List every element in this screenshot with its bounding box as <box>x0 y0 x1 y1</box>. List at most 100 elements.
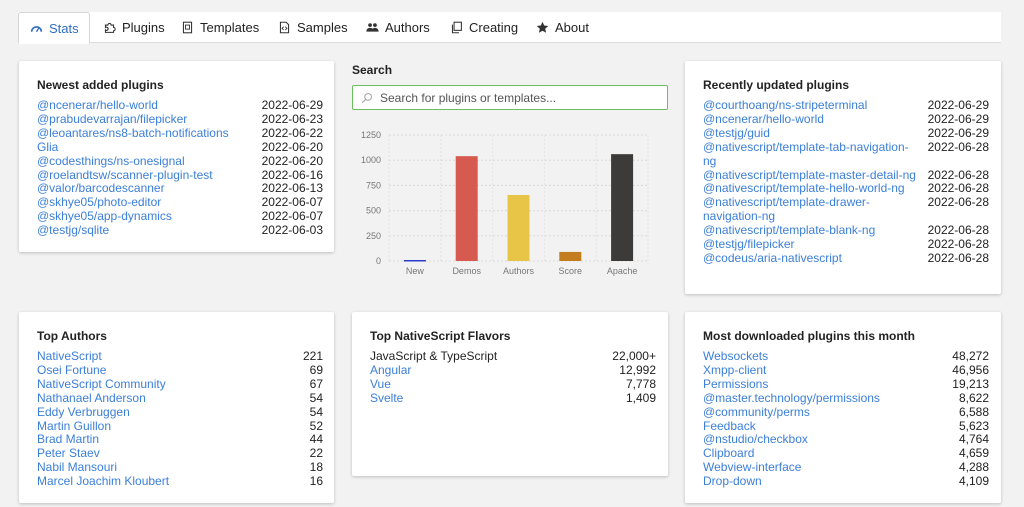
item-link[interactable]: Brad Martin <box>37 433 310 447</box>
item-link[interactable]: @ncenerar/hello-world <box>703 112 928 127</box>
item-link[interactable]: Feedback <box>703 419 959 434</box>
list-item: Svelte 1,409 <box>370 391 656 406</box>
item-link[interactable]: @valor/barcodescanner <box>37 182 262 196</box>
list-item: @nativescript/template-blank-ng 2022-06-2… <box>703 223 989 238</box>
code-file-icon <box>277 21 291 35</box>
item-link[interactable]: NativeScript Community <box>37 377 310 392</box>
item-value: 2022-06-28 <box>927 223 989 238</box>
item-value: 4,288 <box>958 460 989 475</box>
item-link[interactable]: @testjg/guid <box>703 126 928 141</box>
flavors-list: JavaScript & TypeScript 22,000+ Angular 12,… <box>370 349 656 406</box>
card-title: Top Authors <box>37 329 107 343</box>
item-link[interactable]: Osei Fortune <box>37 363 310 378</box>
item-link[interactable]: @nativescript/template-blank-ng <box>703 223 928 238</box>
item-value: 2022-06-29 <box>927 125 989 140</box>
list-item: @nativescript/template-master-detail-ng 2… <box>703 168 989 183</box>
item-link[interactable]: Svelte <box>370 391 626 406</box>
item-link[interactable]: Glia <box>37 140 262 155</box>
list-item: Nabil Mansouri 18 <box>37 460 323 475</box>
item-link[interactable]: Vue <box>370 377 626 392</box>
list-item: @nativescript/template-drawer-navigation… <box>703 195 989 224</box>
item-link[interactable]: @nativescript/template-hello-world-ng <box>703 182 928 196</box>
item-value: 6,588 <box>958 404 989 419</box>
item-link[interactable]: @nativescript/template-tab-navigation-ng <box>703 140 928 169</box>
item-link[interactable]: @roelandtsw/scanner-plugin-test <box>37 168 262 183</box>
item-link[interactable]: Permissions <box>703 377 952 392</box>
list-item: Eddy Verbruggen 54 <box>37 404 323 420</box>
list-item: Peter Staev 22 <box>37 446 323 461</box>
item-value: 2022-06-07 <box>261 209 323 224</box>
item-link[interactable]: @courthoang/ns-stripeterminal <box>703 98 928 113</box>
list-item: Glia 2022-06-20 <box>37 140 323 155</box>
tab-about[interactable]: About <box>535 12 589 43</box>
tab-stats[interactable]: Stats <box>18 12 90 44</box>
tab-authors[interactable]: Authors <box>365 12 430 43</box>
tab-label: Creating <box>469 20 519 35</box>
item-value: 7,778 <box>625 376 656 391</box>
item-link[interactable]: NativeScript <box>37 349 303 364</box>
gauge-icon <box>29 21 43 35</box>
x-tick-label: Authors <box>503 266 535 276</box>
item-value: 2022-06-22 <box>261 125 323 140</box>
tab-bar: Stats Plugins Templates Samples Authors … <box>18 12 1001 44</box>
users-icon <box>365 21 379 35</box>
item-link[interactable]: @ncenerar/hello-world <box>37 98 262 113</box>
list-item: Angular 12,992 <box>370 363 656 378</box>
item-link[interactable]: @codeus/aria-nativescript <box>703 251 928 266</box>
item-link[interactable]: @skhye05/photo-editor <box>37 195 262 210</box>
item-link[interactable]: Websockets <box>703 349 952 364</box>
item-link[interactable]: @community/perms <box>703 405 959 420</box>
item-link[interactable]: @codesthings/ns-onesignal <box>37 154 262 169</box>
bar <box>455 156 478 261</box>
item-link[interactable]: Marcel Joachim Kloubert <box>37 474 310 489</box>
item-link[interactable]: Xmpp-client <box>703 363 952 378</box>
item-link[interactable]: Peter Staev <box>37 446 310 461</box>
tab-label: Samples <box>297 20 348 35</box>
y-tick-label: 500 <box>366 206 381 216</box>
item-value: 2022-06-29 <box>261 98 323 112</box>
item-link[interactable]: @nativescript/template-drawer-navigation… <box>703 195 928 224</box>
item-value: 54 <box>309 404 323 419</box>
x-tick-label: Score <box>559 266 583 276</box>
item-link[interactable]: Martin Guillon <box>37 419 310 434</box>
item-link[interactable]: Drop-down <box>703 474 959 489</box>
item-link[interactable]: @leoantares/ns8-batch-notifications <box>37 126 262 141</box>
card-title: Newest added plugins <box>37 78 164 92</box>
item-value: 2022-06-28 <box>927 237 989 252</box>
search-input[interactable] <box>380 90 660 105</box>
item-value: 44 <box>309 432 323 447</box>
item-link[interactable]: Nathanael Anderson <box>37 391 310 406</box>
tab-samples[interactable]: Samples <box>277 12 348 43</box>
stats-bar-chart: 0 250 500 750 1000 1250 New Demos Authors Score Ap… <box>361 130 649 276</box>
list-item: Clipboard 4,659 <box>703 446 989 461</box>
item-link[interactable]: Eddy Verbruggen <box>37 405 310 420</box>
list-item: @ncenerar/hello-world 2022-06-29 <box>37 98 323 113</box>
item-value: 69 <box>309 362 323 377</box>
item-value: 2022-06-16 <box>261 167 323 182</box>
item-link[interactable]: @master.technology/permissions <box>703 391 959 406</box>
item-link[interactable]: Clipboard <box>703 446 959 461</box>
y-tick-label: 750 <box>366 180 381 190</box>
list-item: @roelandtsw/scanner-plugin-test 2022-06-1… <box>37 167 323 183</box>
item-link[interactable]: @skhye05/app-dynamics <box>37 209 262 224</box>
item-link[interactable]: @testjg/filepicker <box>703 237 928 252</box>
item-value: 2022-06-07 <box>261 195 323 210</box>
updated-plugins-list: @courthoang/ns-stripeterminal 2022-06-29 @… <box>703 98 989 266</box>
top-authors-card: Top Authors NativeScript 221 Osei Fortune 6… <box>19 312 334 503</box>
tab-creating[interactable]: Creating <box>449 12 518 43</box>
item-value: 221 <box>302 349 323 363</box>
item-link[interactable]: @testjg/sqlite <box>37 223 262 238</box>
list-item: @nativescript/template-hello-world-ng 202… <box>703 182 989 196</box>
item-link[interactable]: Webview-interface <box>703 460 959 475</box>
item-link[interactable]: @prabudevarrajan/filepicker <box>37 112 262 127</box>
tab-plugins[interactable]: Plugins <box>102 12 165 43</box>
tab-label: Stats <box>49 20 79 36</box>
item-value: 2022-06-28 <box>927 195 989 210</box>
tab-templates[interactable]: Templates <box>180 12 259 43</box>
item-link[interactable]: @nativescript/template-master-detail-ng <box>703 168 928 183</box>
card-title: Recently updated plugins <box>703 78 850 92</box>
item-value: 2022-06-29 <box>927 111 989 126</box>
item-link[interactable]: @nstudio/checkbox <box>703 433 959 447</box>
item-link[interactable]: Angular <box>370 363 619 378</box>
item-link[interactable]: Nabil Mansouri <box>37 460 310 475</box>
